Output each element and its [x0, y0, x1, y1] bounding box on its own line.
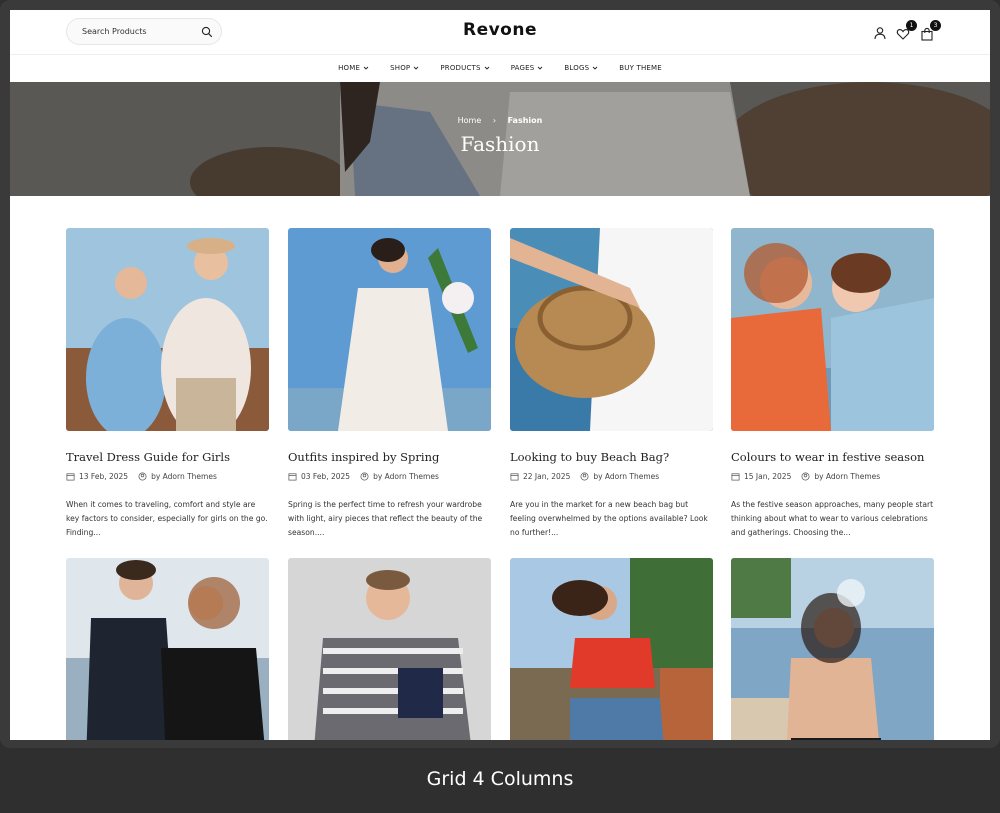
post-excerpt: Are you in the market for a new beach ba… — [510, 500, 708, 537]
post-author: by Adorn Themes — [801, 472, 880, 481]
blog-post-card[interactable] — [66, 558, 269, 740]
post-author-name: by Adorn Themes — [373, 472, 439, 481]
post-date: 22 Jan, 2025 — [523, 472, 571, 481]
user-icon — [580, 472, 589, 481]
post-thumbnail[interactable] — [66, 228, 269, 431]
user-icon — [138, 472, 147, 481]
post-image — [288, 558, 491, 740]
post-excerpt: As the festive season approaches, many p… — [731, 500, 934, 537]
wishlist-count-badge: 1 — [906, 20, 917, 31]
post-image — [510, 558, 713, 740]
calendar-icon — [510, 473, 519, 481]
post-title[interactable]: Travel Dress Guide for Girls — [66, 450, 230, 464]
nav-item-label: HOME — [338, 64, 361, 72]
chevron-down-icon — [414, 66, 419, 70]
wishlist-button[interactable]: 1 — [896, 20, 917, 40]
post-thumbnail[interactable] — [731, 558, 934, 740]
blog-post-card[interactable]: Colours to wear in festive season 15 Jan… — [731, 228, 934, 537]
nav-item-label: PAGES — [510, 64, 535, 72]
nav-item-label: BLOGS — [564, 64, 590, 72]
blog-post-card[interactable]: Looking to buy Beach Bag? 22 Jan, 2025 b… — [510, 228, 713, 537]
post-author: by Adorn Themes — [138, 472, 217, 481]
nav-item-label: SHOP — [390, 64, 411, 72]
page-banner: Home › Fashion Fashion — [10, 82, 990, 196]
user-icon — [801, 472, 810, 481]
post-image — [288, 228, 491, 431]
post-author: by Adorn Themes — [360, 472, 439, 481]
post-title[interactable]: Outfits inspired by Spring — [288, 450, 439, 464]
user-icon — [360, 472, 369, 481]
post-thumbnail[interactable] — [510, 558, 713, 740]
breadcrumb-current: Fashion — [507, 116, 543, 125]
site-header: Search Products Revone 1 3 — [10, 10, 990, 55]
post-image — [731, 228, 934, 431]
post-thumbnail[interactable] — [731, 228, 934, 431]
cart-count-badge: 3 — [930, 20, 941, 31]
nav-item-label: BUY THEME — [619, 64, 662, 72]
post-meta: 03 Feb, 2025 by Adorn Themes — [288, 472, 439, 481]
chevron-down-icon — [592, 66, 598, 70]
post-thumbnail[interactable] — [510, 228, 713, 431]
post-author-name: by Adorn Themes — [814, 472, 881, 481]
post-thumbnail[interactable] — [288, 228, 491, 431]
post-image — [510, 228, 713, 431]
site-logo[interactable]: Revone — [10, 20, 990, 40]
post-image — [731, 558, 934, 740]
nav-item-blogs[interactable]: BLOGS — [564, 64, 598, 72]
calendar-icon — [731, 473, 740, 481]
page-title: Fashion — [460, 132, 540, 156]
chevron-right-icon: › — [492, 116, 497, 125]
main-navigation: HOME SHOP PRODUCTS PAGES BLOGS BUY THEME — [10, 55, 990, 82]
post-author: by Adorn Themes — [580, 472, 659, 481]
post-image — [66, 228, 269, 431]
chevron-down-icon — [363, 66, 369, 70]
post-author-name: by Adorn Themes — [593, 472, 660, 481]
breadcrumb: Home › Fashion — [10, 116, 990, 125]
blog-post-card[interactable]: Outfits inspired by Spring 03 Feb, 2025 … — [288, 228, 491, 537]
calendar-icon — [66, 473, 75, 481]
post-meta: 22 Jan, 2025 by Adorn Themes — [510, 472, 659, 481]
blog-post-card[interactable]: Travel Dress Guide for Girls 13 Feb, 202… — [66, 228, 269, 537]
post-date: 13 Feb, 2025 — [79, 472, 129, 481]
nav-item-shop[interactable]: SHOP — [390, 64, 419, 72]
blog-post-card[interactable] — [731, 558, 934, 740]
chevron-down-icon — [484, 66, 490, 70]
post-meta: 15 Jan, 2025 by Adorn Themes — [731, 472, 880, 481]
post-title[interactable]: Colours to wear in festive season — [731, 450, 924, 464]
layout-caption: Grid 4 Columns — [426, 768, 574, 790]
chevron-down-icon — [538, 66, 543, 70]
nav-item-buy-theme[interactable]: BUY THEME — [619, 64, 662, 72]
post-meta: 13 Feb, 2025 by Adorn Themes — [66, 472, 217, 481]
breadcrumb-home[interactable]: Home — [458, 116, 482, 125]
post-excerpt: Spring is the perfect time to refresh yo… — [288, 500, 483, 537]
post-excerpt: When it comes to traveling, comfort and … — [66, 500, 268, 537]
blog-post-card[interactable] — [288, 558, 491, 740]
nav-item-home[interactable]: HOME — [338, 64, 369, 72]
post-date: 03 Feb, 2025 — [301, 472, 351, 481]
calendar-icon — [288, 473, 297, 481]
post-title[interactable]: Looking to buy Beach Bag? — [510, 450, 669, 464]
browser-viewport: Search Products Revone 1 3 HOME SHOP PRO… — [10, 10, 990, 740]
nav-item-products[interactable]: PRODUCTS — [440, 64, 490, 72]
post-author-name: by Adorn Themes — [151, 472, 217, 481]
cart-button[interactable]: 3 — [920, 20, 941, 41]
post-image — [66, 558, 269, 740]
nav-item-pages[interactable]: PAGES — [511, 64, 544, 72]
nav-item-label: PRODUCTS — [440, 64, 481, 72]
post-thumbnail[interactable] — [288, 558, 491, 740]
post-thumbnail[interactable] — [66, 558, 269, 740]
post-date: 15 Jan, 2025 — [744, 472, 792, 481]
user-icon[interactable] — [873, 26, 887, 40]
blog-post-card[interactable] — [510, 558, 713, 740]
